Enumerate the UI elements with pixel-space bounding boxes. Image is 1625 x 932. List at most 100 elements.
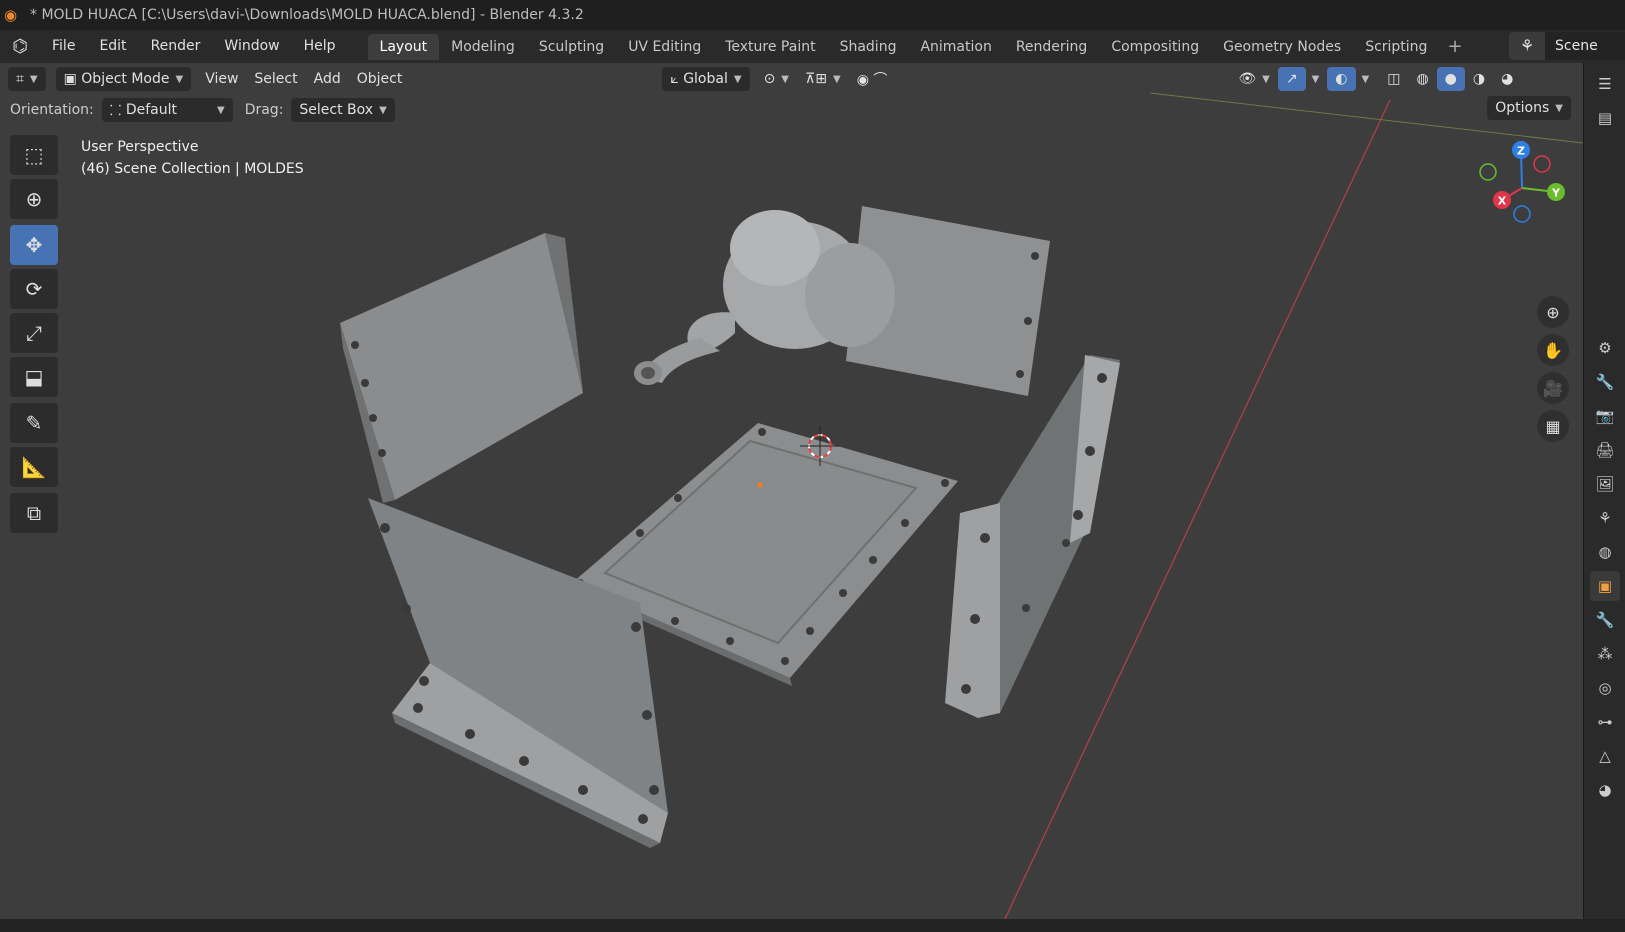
tab-uv-editing[interactable]: UV Editing: [616, 34, 713, 60]
blender-menu-icon[interactable]: ⌬: [0, 36, 40, 57]
tab-rendering[interactable]: Rendering: [1004, 34, 1100, 60]
menu-window[interactable]: Window: [212, 30, 291, 63]
tab-texture-paint[interactable]: Texture Paint: [713, 34, 827, 60]
data-properties-icon[interactable]: △: [1590, 741, 1620, 771]
camera-view-icon[interactable]: 🎥: [1537, 372, 1569, 404]
shading-material-icon[interactable]: ◑: [1465, 67, 1493, 91]
menu-edit[interactable]: Edit: [87, 30, 138, 63]
navigation-gizmo[interactable]: Z Y X: [1479, 141, 1565, 223]
scene-name[interactable]: Scene: [1545, 32, 1625, 60]
shading-wireframe-icon[interactable]: ◍: [1408, 67, 1436, 91]
overlays-toggle-icon[interactable]: ◐: [1327, 67, 1356, 91]
measure-tool-icon[interactable]: 📐: [10, 447, 58, 487]
view-layer-icon[interactable]: 🖼: [1590, 469, 1620, 499]
transform-tool-icon[interactable]: ⬓: [10, 357, 58, 397]
select-box-tool-icon[interactable]: ⬚: [10, 135, 58, 175]
tool-options-bar: Orientation: ⸬ Default ▼ Drag: Select Box…: [0, 95, 395, 125]
gizmo-neg-y[interactable]: [1479, 163, 1497, 181]
tab-animation[interactable]: Animation: [908, 34, 1003, 60]
proportional-edit-icon[interactable]: ◉ ⌒: [849, 67, 896, 91]
particles-properties-icon[interactable]: ⁂: [1590, 639, 1620, 669]
tab-shading[interactable]: Shading: [828, 34, 909, 60]
tab-modeling[interactable]: Modeling: [439, 34, 527, 60]
rotate-tool-icon[interactable]: ⟳: [10, 269, 58, 309]
mold-wall-right[interactable]: [945, 355, 1120, 718]
render-properties-icon[interactable]: 📷: [1590, 401, 1620, 431]
outliner-icon[interactable]: ☰: [1590, 69, 1620, 99]
properties-editor-icon[interactable]: ⚙: [1590, 333, 1620, 363]
blender-logo-icon: ◉: [4, 6, 18, 24]
output-properties-icon[interactable]: 🖨: [1590, 435, 1620, 465]
view-name: User Perspective: [81, 139, 199, 155]
move-tool-icon[interactable]: ✥: [10, 225, 58, 265]
menu-render[interactable]: Render: [139, 30, 213, 63]
mold-wall-back-left[interactable]: [340, 233, 583, 503]
gizmo-x-label: X: [1498, 195, 1507, 208]
tab-layout[interactable]: Layout: [367, 33, 440, 60]
modifier-properties-icon[interactable]: 🔧: [1590, 605, 1620, 635]
cursor-tool-icon[interactable]: ⊕: [10, 179, 58, 219]
workspace-tabs: Layout Modeling Sculpting UV Editing Tex…: [367, 30, 1471, 63]
tool-properties-icon[interactable]: 🔧: [1590, 367, 1620, 397]
shading-rendered-icon[interactable]: ◕: [1493, 67, 1521, 91]
drag-value: Select Box: [299, 102, 374, 118]
gizmo-z-label: Z: [1517, 145, 1525, 158]
pivot-point-icon[interactable]: ⊙ ▼: [756, 67, 797, 91]
mode-label: Object Mode: [81, 71, 170, 87]
collection-info: (46) Scene Collection | MOLDES: [81, 161, 304, 177]
3d-viewport[interactable]: Z Y X ⌗ ▼ ▣ Object Mode ▼ View Select Add …: [0, 63, 1583, 919]
scale-tool-icon[interactable]: ⤢: [10, 313, 58, 353]
properties-tab-strip: ☰ ▤ ⚙ 🔧 📷 🖨 🖼 ⚘ ◍ ▣ 🔧 ⁂ ◎ ⊶ △ ◕: [1583, 63, 1625, 919]
snap-icon[interactable]: ⊼⊞ ▼: [797, 67, 849, 91]
menu-view[interactable]: View: [197, 67, 246, 91]
viewport-header: ⌗ ▼ ▣ Object Mode ▼ View Select Add Object…: [0, 63, 1583, 95]
menu-file[interactable]: File: [40, 30, 87, 63]
physics-properties-icon[interactable]: ◎: [1590, 673, 1620, 703]
xray-icon[interactable]: ◫: [1379, 67, 1408, 91]
top-menu-bar: ⌬ File Edit Render Window Help Layout Mo…: [0, 30, 1625, 63]
add-cube-tool-icon[interactable]: ⧉: [10, 493, 58, 533]
drag-label: Drag:: [244, 102, 284, 118]
visibility-icon[interactable]: 👁 ▼: [1230, 67, 1277, 91]
gizmo-neg-z[interactable]: [1513, 205, 1531, 223]
drag-dropdown[interactable]: Select Box ▼: [291, 98, 395, 122]
orientation-dropdown[interactable]: ⸬ Default ▼: [101, 98, 233, 122]
viewport-scene[interactable]: Z Y X: [0, 63, 1583, 919]
tab-sculpting[interactable]: Sculpting: [527, 34, 616, 60]
options-label: Options: [1495, 100, 1550, 116]
perspective-grid-icon[interactable]: ▦: [1537, 410, 1569, 442]
zoom-icon[interactable]: ⊕: [1537, 296, 1569, 328]
world-properties-icon[interactable]: ◍: [1590, 537, 1620, 567]
menu-select[interactable]: Select: [246, 67, 305, 91]
navigation-buttons: ⊕ ✋ 🎥 ▦: [1537, 296, 1573, 448]
orientation-value: Default: [125, 102, 177, 118]
scene-icon[interactable]: ⚘: [1509, 32, 1545, 60]
outliner-filter-icon[interactable]: ▤: [1590, 103, 1620, 133]
mode-dropdown[interactable]: ▣ Object Mode ▼: [55, 67, 192, 91]
tab-compositing[interactable]: Compositing: [1099, 34, 1211, 60]
transform-orientation-dropdown[interactable]: ⟀ Global ▼: [662, 67, 750, 91]
orientation-label: Orientation:: [10, 102, 94, 118]
scene-properties-icon[interactable]: ⚘: [1590, 503, 1620, 533]
viewport-info: User Perspective (46) Scene Collection |…: [81, 136, 304, 180]
shading-solid-icon[interactable]: ●: [1436, 67, 1465, 91]
tool-shelf: ⬚ ⊕ ✥ ⟳ ⤢ ⬓ ✎ 📐 ⧉: [10, 135, 59, 537]
menu-add[interactable]: Add: [306, 67, 349, 91]
menu-object[interactable]: Object: [349, 67, 411, 91]
options-dropdown[interactable]: Options ▼: [1487, 96, 1571, 120]
material-properties-icon[interactable]: ◕: [1590, 775, 1620, 805]
gizmo-toggle-icon[interactable]: ↗: [1277, 67, 1306, 91]
window-title: * MOLD HUACA [C:\Users\davi-\Downloads\M…: [30, 7, 584, 23]
gizmo-neg-x[interactable]: [1533, 155, 1551, 173]
tab-scripting[interactable]: Scripting: [1353, 34, 1439, 60]
annotate-tool-icon[interactable]: ✎: [10, 403, 58, 443]
add-workspace-icon[interactable]: +: [1439, 36, 1470, 57]
menu-help[interactable]: Help: [292, 30, 348, 63]
editor-type-button[interactable]: ⌗ ▼: [8, 67, 46, 91]
constraints-properties-icon[interactable]: ⊶: [1590, 707, 1620, 737]
title-bar: ◉ * MOLD HUACA [C:\Users\davi-\Downloads…: [0, 0, 1625, 30]
tab-geometry-nodes[interactable]: Geometry Nodes: [1211, 34, 1353, 60]
pan-hand-icon[interactable]: ✋: [1537, 334, 1569, 366]
object-properties-icon[interactable]: ▣: [1590, 571, 1620, 601]
scene-selector[interactable]: ⚘ Scene: [1509, 32, 1625, 60]
